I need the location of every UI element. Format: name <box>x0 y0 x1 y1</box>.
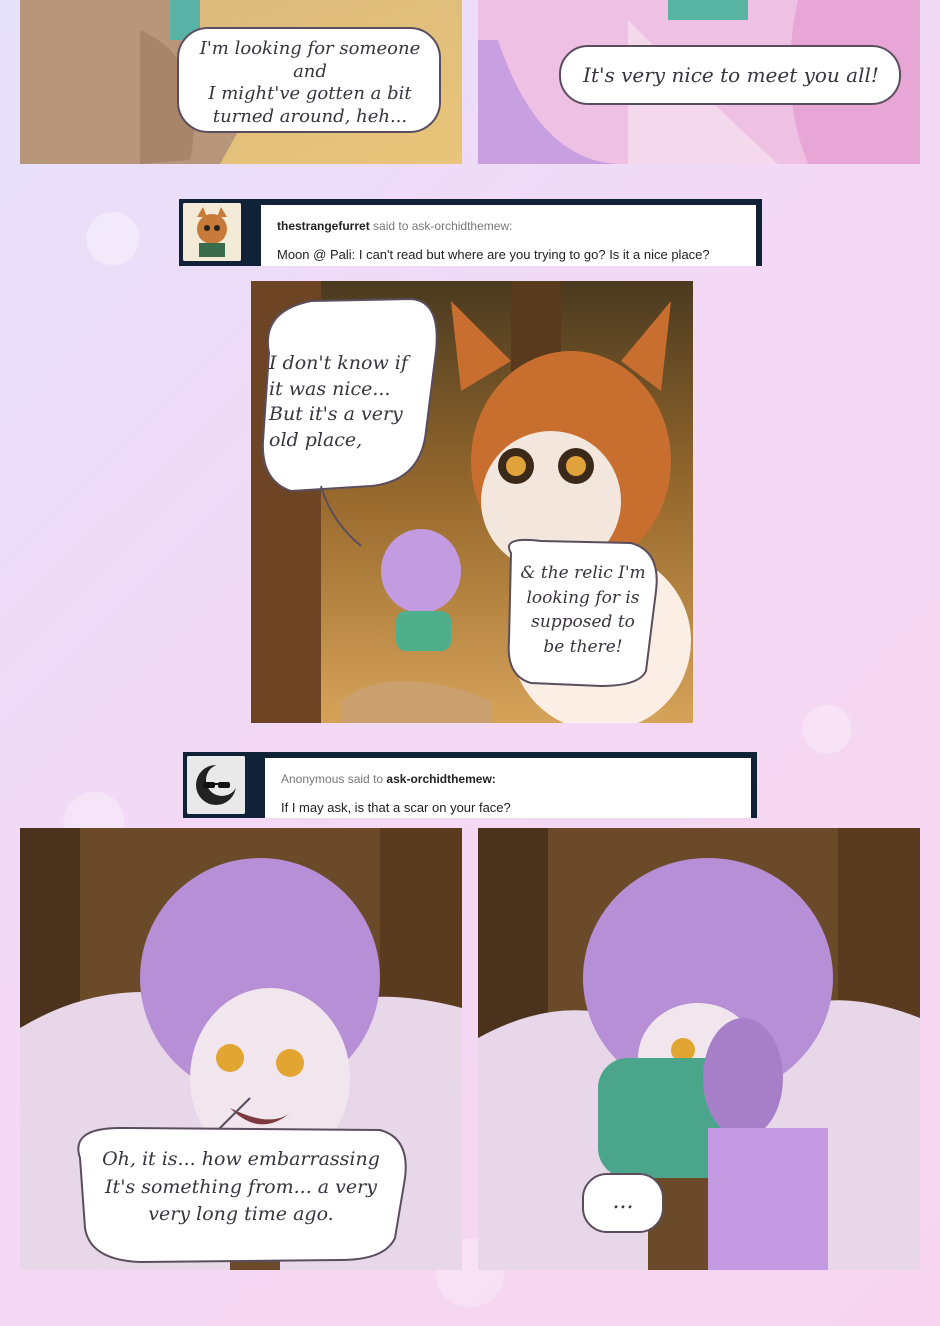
speech-text: I'm looking for someone and I might've g… <box>180 38 440 128</box>
speech-text: ... <box>583 1188 663 1216</box>
user-avatar <box>183 203 241 261</box>
speech-line: I'm looking for someone and <box>199 38 421 82</box>
ask-question: Moon @ Pali: I can't read but where are … <box>277 247 710 262</box>
speech-text: Oh, it is... how embarrassing It's somet… <box>82 1146 400 1229</box>
asker-name: Anonymous <box>281 772 345 786</box>
ask-meta: thestrangefurret said to ask-orchidtheme… <box>277 219 756 233</box>
asker-name[interactable]: thestrangefurret <box>277 219 370 233</box>
speech-line: it was nice... <box>269 377 391 400</box>
speech-line: I don't know if <box>269 352 408 374</box>
said-to-label: said to <box>347 772 384 786</box>
anonymous-avatar <box>187 756 245 814</box>
speech-line: turned around, heh... <box>212 105 408 127</box>
ask-question: If I may ask, is that a scar on your fac… <box>281 800 511 815</box>
speech-line: supposed to <box>531 612 635 633</box>
ask-card: Anonymous said to ask-orchidthemew: If I… <box>265 758 751 818</box>
ask-target: ask-orchidthemew: <box>386 772 496 786</box>
speech-line: Oh, it is... how embarrassing <box>102 1148 380 1170</box>
speech-line: I might've gotten a bit <box>208 83 412 104</box>
speech-text: & the relic I'm looking for is supposed … <box>513 561 653 660</box>
speech-tail <box>320 485 362 547</box>
speech-line: ... <box>612 1189 634 1214</box>
comic-panel-middle: I don't know if it was nice... But it's … <box>251 281 693 723</box>
speech-line: But it's a very <box>269 403 403 426</box>
speech-line: looking for is <box>526 587 640 608</box>
speech-line: It's something from... a very <box>105 1175 377 1198</box>
speech-line: be there! <box>543 636 623 657</box>
ask-box: Anonymous said to ask-orchidthemew: If I… <box>183 752 757 818</box>
speech-line: & the relic I'm <box>520 563 646 583</box>
ask-card: thestrangefurret said to ask-orchidtheme… <box>261 205 756 266</box>
speech-text: It's very nice to meet you all! <box>562 63 900 88</box>
comic-panel-top-left: I'm looking for someone and I might've g… <box>20 0 462 164</box>
ask-box: thestrangefurret said to ask-orchidtheme… <box>179 199 762 266</box>
speech-text: I don't know if it was nice... But it's … <box>269 351 429 454</box>
speech-line: It's very nice to meet you all! <box>583 63 879 87</box>
comic-panel-top-right: It's very nice to meet you all! <box>478 0 920 164</box>
speech-line: old place, <box>269 428 363 451</box>
ask-meta: Anonymous said to ask-orchidthemew: <box>281 772 751 786</box>
comic-panel-bottom-left: Oh, it is... how embarrassing It's somet… <box>20 828 462 1270</box>
ask-target: ask-orchidthemew: <box>411 219 513 233</box>
said-to-label: said to <box>373 219 409 233</box>
speech-line: very long time ago. <box>148 1203 334 1226</box>
comic-panel-bottom-right: ... <box>478 828 920 1270</box>
